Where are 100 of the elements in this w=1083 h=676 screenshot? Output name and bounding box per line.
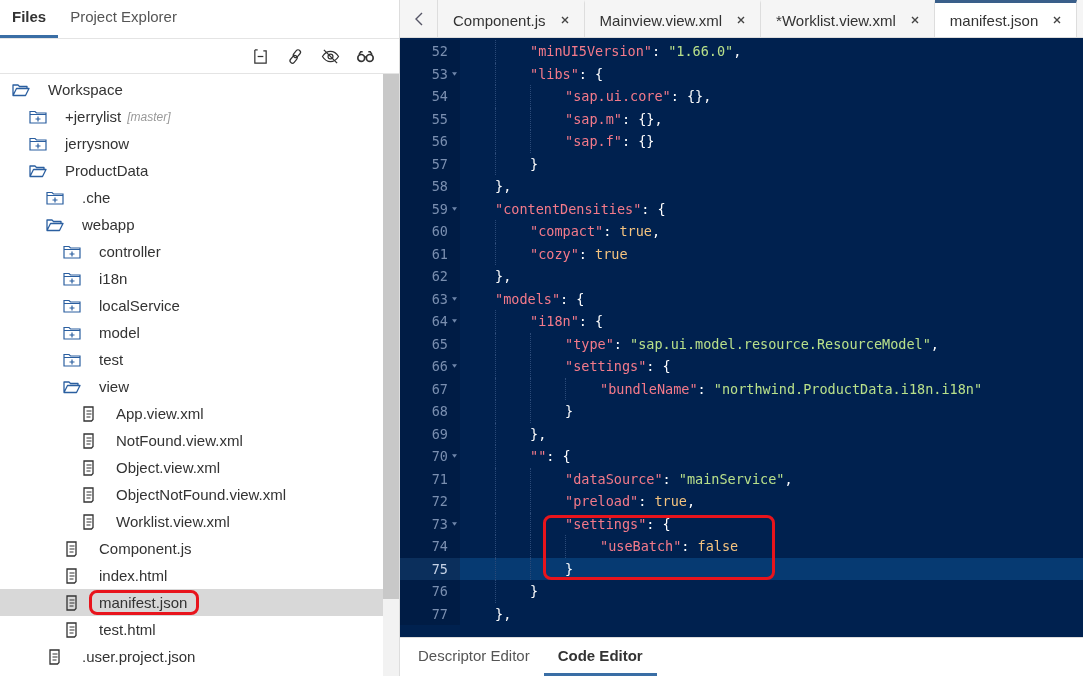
line-number: 77 [431,605,448,622]
code-line: }, [495,178,512,195]
line-number: 62 [431,268,448,285]
line-number: 74 [431,538,448,555]
line-number: 70 [431,448,448,465]
fold-caret-icon[interactable] [451,364,457,369]
code-editor[interactable] [400,38,1083,637]
folder-open-icon [63,378,81,395]
file-tab[interactable]: Mainview.view.xml [584,0,762,37]
code-line: }, [495,605,512,622]
code-line: "compact": true, [530,223,661,240]
fold-caret-icon[interactable] [451,454,457,459]
code-line: } [565,403,574,420]
code-line: } [530,155,539,172]
tree-item[interactable]: controller [0,238,383,265]
folder-plus-icon [46,189,64,206]
code-line: }, [530,425,547,442]
folder-plus-icon [29,108,47,125]
fold-caret-icon[interactable] [451,521,457,526]
code-line: "models": { [495,290,585,307]
line-number: 52 [431,43,448,60]
code-line: "preload": true, [565,493,696,510]
line-number: 57 [431,155,448,172]
code-line: "type": "sap.ui.model.resource.ResourceModel", [565,335,939,352]
close-icon[interactable] [736,15,747,25]
editor-mode-tab[interactable]: Descriptor Editor [404,638,544,676]
line-number: 75 [431,560,448,577]
tree-item[interactable]: .user.project.json [0,643,383,670]
tree-item[interactable]: jerrysnow [0,130,383,157]
tree-item[interactable]: ProductData [0,157,383,184]
tree-item[interactable]: NotFound.view.xml [0,427,383,454]
folder-plus-icon [63,270,81,287]
code-line: "cozy": true [530,245,628,262]
panel-tab[interactable]: Project Explorer [58,8,189,38]
branch-label: [master] [127,109,171,124]
tree-item[interactable]: index.html [0,562,383,589]
tree-item[interactable]: .che [0,184,383,211]
tree-item[interactable]: test.html [0,616,383,643]
tree-item[interactable]: localService [0,292,383,319]
line-number: 54 [431,88,448,105]
chevron-left-icon [414,11,423,26]
tree-item[interactable]: App.view.xml [0,400,383,427]
close-icon[interactable] [909,15,920,25]
code-line: "sap.f": {} [565,133,655,150]
line-number: 76 [431,583,448,600]
tree-item[interactable]: Component.js [0,535,383,562]
fold-caret-icon[interactable] [451,296,457,301]
line-number: 58 [431,178,448,195]
tree-item[interactable]: Worklist.view.xml [0,508,383,535]
file-tab[interactable]: Component.js [438,0,585,37]
fold-caret-icon[interactable] [451,206,457,211]
line-number: 61 [431,245,448,262]
close-icon[interactable] [559,15,570,25]
tree-item[interactable]: test [0,346,383,373]
line-number: 67 [431,380,448,397]
code-line: }, [495,268,512,285]
file-tab[interactable]: manifest.json [934,0,1078,37]
code-line: "settings": { [565,358,671,375]
tree-item[interactable]: model [0,319,383,346]
tree-item[interactable]: manifest.json [0,589,383,616]
code-line: "": { [530,448,571,465]
tree-item[interactable]: i18n [0,265,383,292]
line-number: 71 [431,470,448,487]
tree-item[interactable]: webapp [0,211,383,238]
panel-tab[interactable]: Files [0,8,59,38]
file-tab[interactable]: *Worklist.view.xml [761,0,935,37]
code-line: "bundleName": "northwind.ProductData.i18n.i18n" [600,380,983,397]
collapse-all-icon[interactable] [251,47,270,65]
tree-item[interactable]: ObjectNotFound.view.xml [0,481,383,508]
fold-caret-icon[interactable] [451,71,457,76]
line-number: 65 [431,335,448,352]
line-number: 56 [431,133,448,150]
folder-open-icon [12,81,30,98]
scrollbar[interactable] [383,74,399,676]
code-line: "sap.m": {}, [565,110,663,127]
hide-icon[interactable] [321,47,340,65]
code-line: "settings": { [565,515,671,532]
folder-plus-icon [63,243,81,260]
line-number: 60 [431,223,448,240]
tree-item[interactable]: Object.view.xml [0,454,383,481]
fold-caret-icon[interactable] [451,319,457,324]
folder-open-icon [29,162,47,179]
code-line: "sap.ui.core": {}, [565,88,712,105]
line-number: 59 [431,200,448,217]
code-line: "dataSource": "mainService", [565,470,793,487]
tree-item[interactable]: view [0,373,383,400]
line-number: 63 [431,290,448,307]
folder-plus-icon [63,324,81,341]
tree-item[interactable]: Workspace [0,76,383,103]
folder-plus-icon [63,297,81,314]
close-icon[interactable] [1052,15,1063,25]
code-line: "contentDensities": { [495,200,666,217]
code-line: "minUI5Version": "1.66.0", [530,43,742,60]
tree-item[interactable]: +jerrylist [master] [0,103,383,130]
folder-plus-icon [63,351,81,368]
code-line: "useBatch": false [600,538,739,555]
folder-open-icon [46,216,64,233]
editor-mode-tab[interactable]: Code Editor [543,638,657,676]
line-number: 55 [431,110,448,127]
line-number: 73 [431,515,448,532]
